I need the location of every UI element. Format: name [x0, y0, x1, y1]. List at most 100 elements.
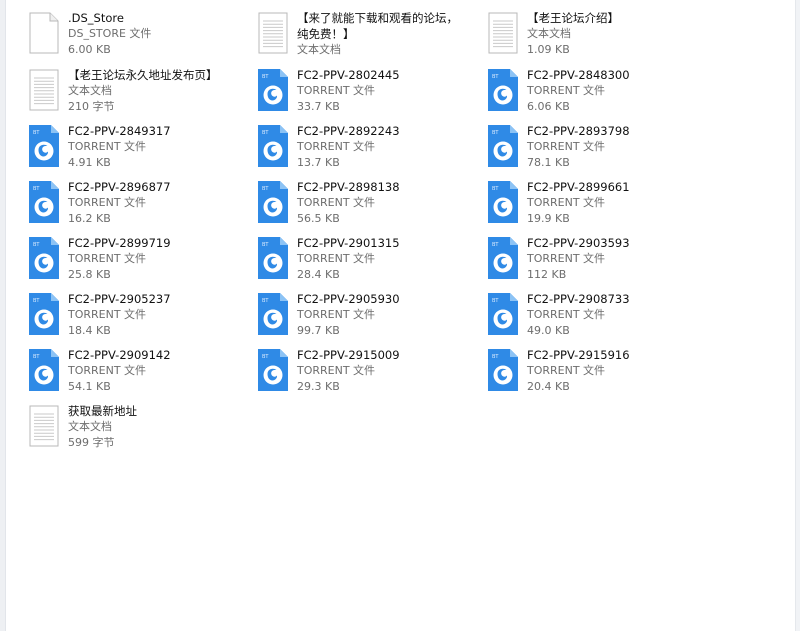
file-type: TORRENT 文件 [68, 196, 147, 209]
file-name: FC2-PPV-2893798 [527, 124, 630, 138]
file-size: 19.9 KB [527, 212, 570, 225]
file-type: 文本文档 [527, 27, 571, 40]
svg-text:BT: BT [262, 298, 269, 304]
file-item[interactable]: BT FC2-PPV-2896877 TORRENT 文件 16.2 KB [26, 179, 246, 231]
file-type: 文本文档 [68, 84, 112, 97]
file-size: 20.4 KB [527, 380, 570, 393]
file-item[interactable]: .DS_Store DS_STORE 文件 6.00 KB [26, 10, 246, 62]
file-size: 56.5 KB [297, 212, 340, 225]
file-name: FC2-PPV-2849317 [68, 124, 171, 138]
svg-text:BT: BT [492, 130, 499, 136]
svg-text:BT: BT [262, 74, 269, 80]
torrent-file-icon: BT [485, 235, 521, 281]
file-item[interactable]: BT FC2-PPV-2915009 TORRENT 文件 29.3 KB [255, 347, 475, 399]
file-size: 112 KB [527, 268, 567, 281]
file-item[interactable]: BT FC2-PPV-2893798 TORRENT 文件 78.1 KB [485, 123, 705, 175]
file-details: FC2-PPV-2909142 TORRENT 文件 54.1 KB [68, 347, 248, 395]
file-type: 文本文档 [297, 43, 341, 56]
torrent-file-icon: BT [485, 179, 521, 225]
svg-text:BT: BT [492, 298, 499, 304]
file-name: FC2-PPV-2848300 [527, 68, 630, 82]
file-size: 599 字节 [68, 436, 115, 449]
svg-text:BT: BT [262, 130, 269, 136]
file-size: 33.7 KB [297, 100, 340, 113]
file-details: FC2-PPV-2896877 TORRENT 文件 16.2 KB [68, 179, 248, 227]
svg-text:BT: BT [492, 354, 499, 360]
file-details: FC2-PPV-2915009 TORRENT 文件 29.3 KB [297, 347, 477, 395]
torrent-file-icon: BT [485, 67, 521, 113]
file-item[interactable]: BT FC2-PPV-2909142 TORRENT 文件 54.1 KB [26, 347, 246, 399]
svg-text:BT: BT [33, 186, 40, 192]
file-item[interactable]: 【老王论坛永久地址发布页】 文本文档 210 字节 [26, 67, 246, 119]
file-item[interactable]: BT FC2-PPV-2905930 TORRENT 文件 99.7 KB [255, 291, 475, 343]
torrent-file-icon: BT [26, 291, 62, 337]
torrent-file-icon: BT [26, 123, 62, 169]
svg-text:BT: BT [33, 242, 40, 248]
file-item[interactable]: BT FC2-PPV-2901315 TORRENT 文件 28.4 KB [255, 235, 475, 287]
file-size: 18.4 KB [68, 324, 111, 337]
file-details: 【来了就能下载和观看的论坛，纯免费！】文本文档 [297, 10, 477, 58]
file-name: FC2-PPV-2908733 [527, 292, 630, 306]
file-details: FC2-PPV-2908733 TORRENT 文件 49.0 KB [527, 291, 707, 339]
file-type: TORRENT 文件 [527, 196, 606, 209]
file-name: 获取最新地址 [68, 404, 137, 418]
file-type: DS_STORE 文件 [68, 27, 152, 40]
file-item[interactable]: BT FC2-PPV-2892243 TORRENT 文件 13.7 KB [255, 123, 475, 175]
torrent-file-icon: BT [255, 347, 291, 393]
file-details: FC2-PPV-2905237 TORRENT 文件 18.4 KB [68, 291, 248, 339]
text-file-icon [485, 10, 521, 56]
torrent-file-icon: BT [255, 235, 291, 281]
file-size: 6.00 KB [68, 43, 111, 56]
torrent-file-icon: BT [26, 179, 62, 225]
file-type: TORRENT 文件 [527, 252, 606, 265]
file-name: FC2-PPV-2905237 [68, 292, 171, 306]
file-item[interactable]: BT FC2-PPV-2899661 TORRENT 文件 19.9 KB [485, 179, 705, 231]
file-type: TORRENT 文件 [297, 140, 376, 153]
file-name: FC2-PPV-2896877 [68, 180, 171, 194]
file-size: 99.7 KB [297, 324, 340, 337]
file-type: TORRENT 文件 [297, 364, 376, 377]
file-item[interactable]: 【老王论坛介绍】 文本文档 1.09 KB [485, 10, 705, 62]
torrent-file-icon: BT [255, 179, 291, 225]
file-size: 16.2 KB [68, 212, 111, 225]
file-name: 【来了就能下载和观看的论坛，纯免费！】 [297, 11, 458, 41]
file-item[interactable]: BT FC2-PPV-2899719 TORRENT 文件 25.8 KB [26, 235, 246, 287]
file-item[interactable]: BT FC2-PPV-2802445 TORRENT 文件 33.7 KB [255, 67, 475, 119]
file-size: 210 字节 [68, 100, 115, 113]
file-size: 6.06 KB [527, 100, 570, 113]
file-name: .DS_Store [68, 11, 124, 25]
file-details: FC2-PPV-2905930 TORRENT 文件 99.7 KB [297, 291, 477, 339]
file-details: 【老王论坛介绍】 文本文档 1.09 KB [527, 10, 707, 58]
file-item[interactable]: BT FC2-PPV-2903593 TORRENT 文件 112 KB [485, 235, 705, 287]
file-item[interactable]: BT FC2-PPV-2898138 TORRENT 文件 56.5 KB [255, 179, 475, 231]
file-size: 13.7 KB [297, 156, 340, 169]
file-item[interactable]: 获取最新地址 文本文档 599 字节 [26, 403, 246, 455]
file-item[interactable]: BT FC2-PPV-2908733 TORRENT 文件 49.0 KB [485, 291, 705, 343]
file-type: TORRENT 文件 [68, 140, 147, 153]
torrent-file-icon: BT [255, 67, 291, 113]
text-file-icon [255, 10, 291, 56]
file-type: 文本文档 [68, 420, 112, 433]
file-type: TORRENT 文件 [68, 364, 147, 377]
file-name: 【老王论坛永久地址发布页】 [68, 68, 218, 82]
file-name: FC2-PPV-2909142 [68, 348, 171, 362]
file-item[interactable]: BT FC2-PPV-2849317 TORRENT 文件 4.91 KB [26, 123, 246, 175]
file-name: FC2-PPV-2905930 [297, 292, 400, 306]
file-details: .DS_Store DS_STORE 文件 6.00 KB [68, 10, 248, 58]
file-item[interactable]: BT FC2-PPV-2905237 TORRENT 文件 18.4 KB [26, 291, 246, 343]
svg-text:BT: BT [262, 186, 269, 192]
svg-text:BT: BT [33, 130, 40, 136]
file-type: TORRENT 文件 [297, 252, 376, 265]
file-details: FC2-PPV-2901315 TORRENT 文件 28.4 KB [297, 235, 477, 283]
file-size: 4.91 KB [68, 156, 111, 169]
svg-text:BT: BT [492, 242, 499, 248]
file-details: 获取最新地址 文本文档 599 字节 [68, 403, 248, 451]
svg-text:BT: BT [262, 242, 269, 248]
file-type: TORRENT 文件 [297, 196, 376, 209]
blank-file-icon [26, 10, 62, 56]
file-details: FC2-PPV-2892243 TORRENT 文件 13.7 KB [297, 123, 477, 171]
file-details: FC2-PPV-2893798 TORRENT 文件 78.1 KB [527, 123, 707, 171]
file-item[interactable]: BT FC2-PPV-2848300 TORRENT 文件 6.06 KB [485, 67, 705, 119]
file-item[interactable]: 【来了就能下载和观看的论坛，纯免费！】文本文档 [255, 10, 475, 62]
file-item[interactable]: BT FC2-PPV-2915916 TORRENT 文件 20.4 KB [485, 347, 705, 399]
